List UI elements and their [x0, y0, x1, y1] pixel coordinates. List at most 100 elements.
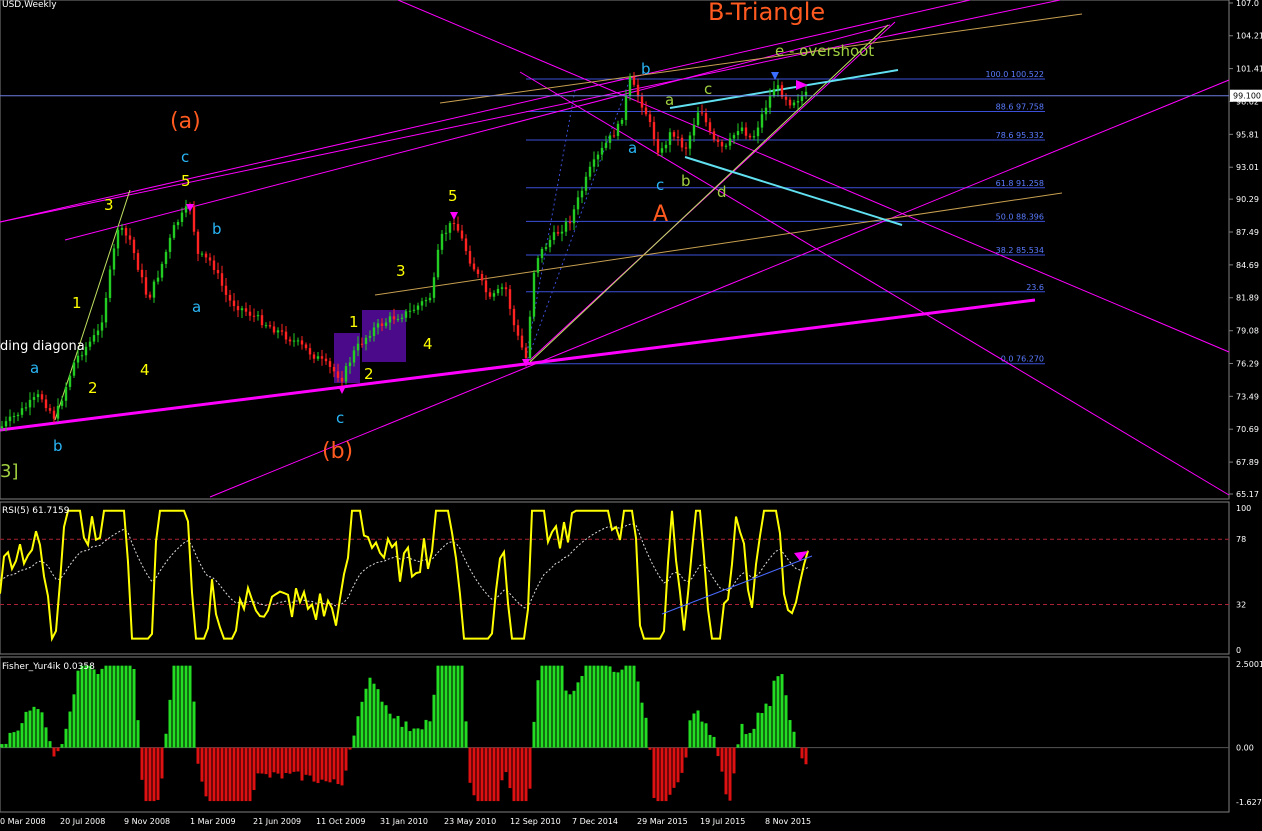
fisher-bar [200, 747, 204, 782]
candle-body [144, 277, 148, 295]
price-tick-label: 93.01 [1236, 163, 1259, 172]
fisher-bar [308, 747, 312, 776]
fisher-bar [76, 670, 80, 748]
candle-body [736, 131, 740, 136]
wave-label-overshoot: e - overshoot [775, 42, 874, 60]
fisher-bar [592, 665, 596, 748]
fisher-bar [660, 747, 664, 802]
chart-canvas[interactable]: 100.0 100.522 88.6 97.758 78.6 95.332 61.8 … [0, 0, 1262, 831]
candle-body [0, 426, 4, 428]
fisher-bar [684, 747, 688, 758]
fisher-bar [396, 715, 400, 748]
fisher-bar [472, 747, 476, 796]
candle-body [656, 139, 660, 153]
candle-body [244, 308, 248, 312]
fisher-bar [276, 747, 280, 774]
fisher-bar [364, 688, 368, 748]
candle-body [788, 99, 792, 106]
candle-body [344, 366, 348, 382]
fisher-axis-label: 0.00 [1236, 744, 1254, 753]
candle-body [424, 300, 428, 302]
fisher-bar [784, 695, 788, 748]
trendlines[interactable] [0, 0, 1230, 498]
candle-body [412, 309, 416, 311]
wave-label-w_b_big: (b) [322, 439, 353, 464]
candle-body [492, 293, 496, 297]
candle-body [704, 113, 708, 123]
fisher-bar [100, 668, 104, 748]
candle-body [600, 147, 604, 155]
fisher-bar [156, 747, 160, 800]
candle-body [176, 221, 180, 226]
fisher-bar [652, 747, 656, 799]
rsi-title: RSI(5) 61.7159 [2, 506, 70, 516]
fisher-bar [776, 676, 780, 748]
wave-label-y5a: 5 [181, 172, 191, 190]
time-axis-label: 20 Jul 2008 [60, 817, 105, 826]
wave-label-cb2: b [212, 220, 222, 238]
candle-body [500, 287, 504, 289]
fisher-bar [384, 705, 388, 748]
fisher-bar [212, 747, 216, 802]
fisher-bar [356, 716, 360, 748]
wave-label-od: d [717, 183, 727, 201]
fisher-bar [312, 747, 316, 782]
candle-body [456, 223, 460, 231]
fisher-bar [352, 735, 356, 748]
fisher-axis-label: -1.627 [1236, 798, 1262, 807]
time-axis-label: 31 Jan 2010 [380, 817, 428, 826]
candle-body [224, 285, 228, 295]
candle-body [28, 399, 32, 408]
candle-body [160, 263, 164, 278]
fisher-bar [164, 733, 168, 748]
fisher-bar [292, 747, 296, 772]
candle-body [72, 362, 76, 376]
candle-body [764, 107, 768, 115]
candle-body [308, 348, 312, 355]
fisher-bar [568, 694, 572, 748]
fisher-bar [644, 717, 648, 748]
fisher-bar [136, 720, 140, 748]
candle-body [568, 221, 572, 224]
fisher-bar [408, 731, 412, 748]
support-trendline-thick [0, 298, 1036, 432]
price-tick-label: 79.08 [1236, 327, 1259, 336]
fisher-bar [432, 694, 436, 748]
fisher-bar [280, 747, 284, 779]
candle-body [276, 330, 280, 333]
candle-body [700, 112, 704, 114]
candle-body [628, 76, 632, 96]
fisher-bar [572, 690, 576, 748]
fisher-bar [392, 718, 396, 748]
fisher-bar [796, 747, 800, 749]
candle-body [300, 340, 304, 345]
fisher-bar [192, 701, 196, 748]
wave-label-oa: a [665, 91, 674, 109]
fisher-bar [648, 747, 652, 750]
fisher-bar [72, 694, 76, 748]
candle-body [336, 371, 340, 378]
wave-label-y1b: 1 [349, 313, 359, 331]
fisher-bar [704, 723, 708, 748]
rsi-panel-frame [0, 501, 1230, 655]
candle-body [32, 397, 36, 400]
fisher-bar [344, 747, 348, 771]
price-tick-label: 65.17 [1236, 490, 1259, 499]
fisher-bar [556, 665, 560, 748]
candle-body [752, 136, 756, 138]
fisher-bar [388, 713, 392, 748]
candle-body [248, 311, 252, 316]
fisher-bar [168, 699, 172, 748]
fisher-bar [656, 747, 660, 802]
fib-retracement[interactable]: 100.0 100.522 88.6 97.758 78.6 95.332 61.8 … [525, 70, 1045, 365]
candle-body [232, 300, 236, 307]
fib-level-label: 38.2 85.534 [996, 246, 1044, 255]
candle-body [688, 135, 692, 149]
price-tick-label: 95.81 [1236, 130, 1259, 139]
fisher-bar [768, 705, 772, 748]
fisher-bar [248, 747, 252, 802]
candle-body [184, 206, 188, 213]
candle-body [644, 107, 648, 115]
candle-body [608, 135, 612, 143]
rsi-indicator: 100 78 32 0 [0, 504, 1251, 655]
